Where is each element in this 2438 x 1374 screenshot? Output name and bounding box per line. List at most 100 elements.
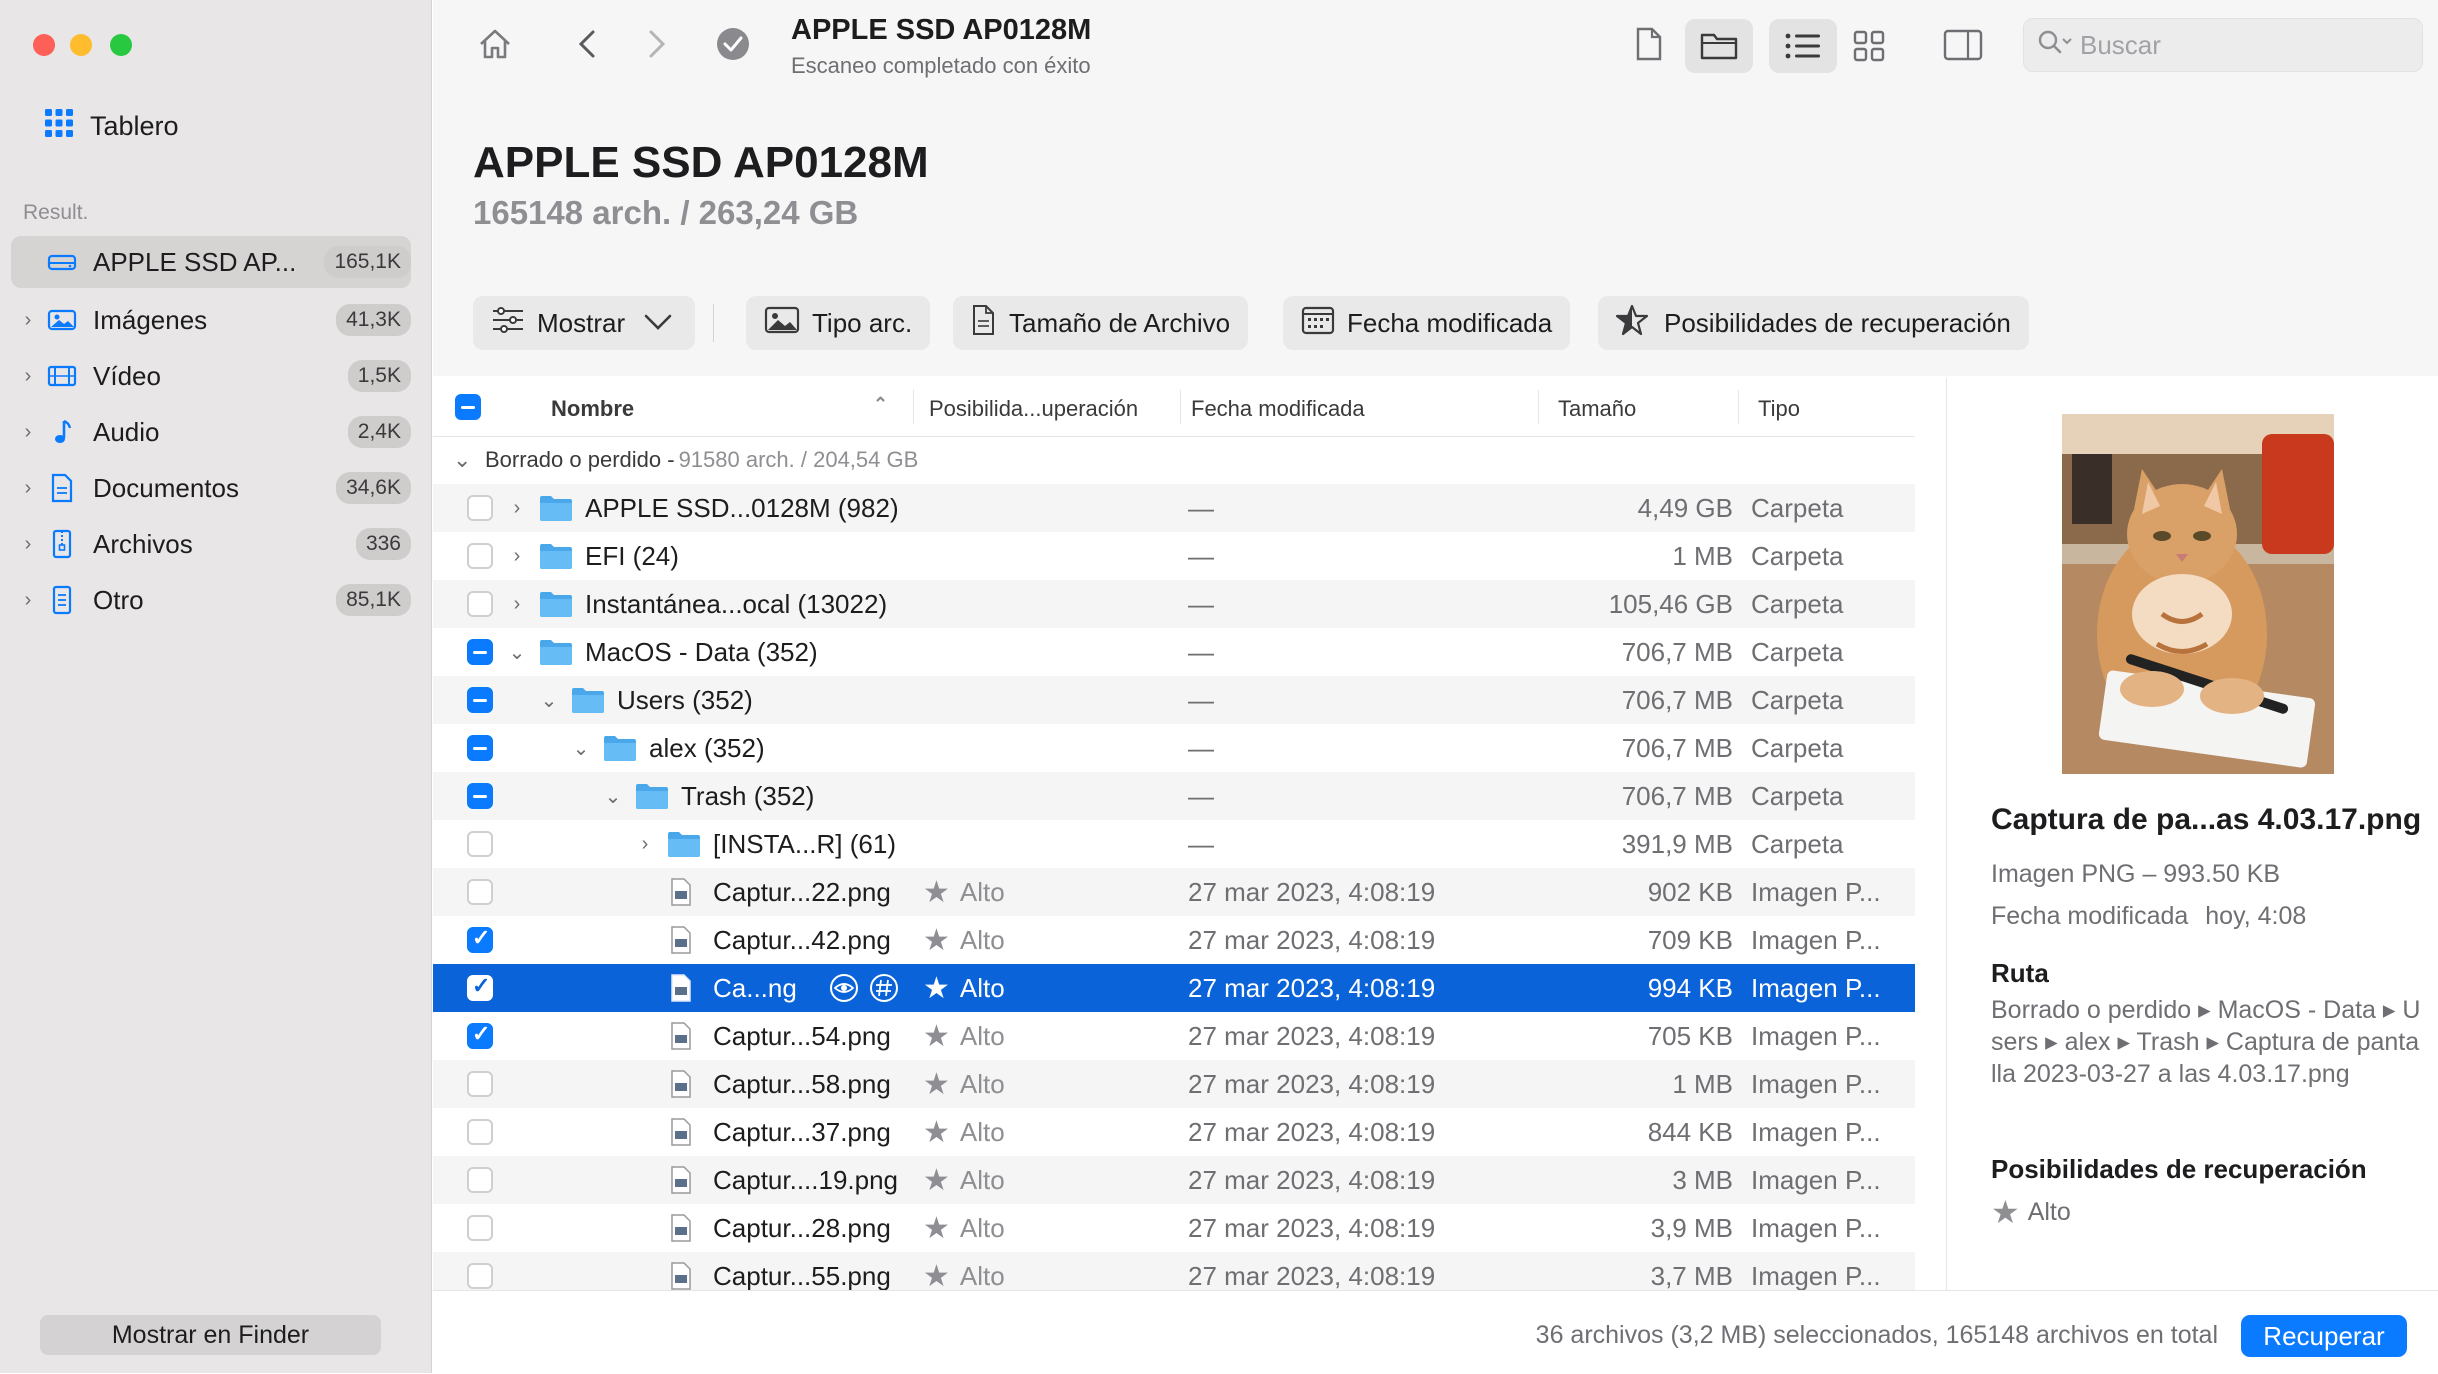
chevron-right-icon[interactable]: ›: [11, 477, 45, 500]
recovery-chances-filter-button[interactable]: Posibilidades de recuperación: [1598, 296, 2029, 350]
row-name: Ca...ng: [713, 972, 797, 1003]
row-name: Captur...58.png: [713, 1068, 891, 1099]
table-row[interactable]: Captur...55.png ★ Alto 27 mar 2023, 4:08:…: [433, 1252, 1915, 1290]
column-header-type[interactable]: Tipo: [1758, 396, 1800, 422]
table-row[interactable]: Captur...54.png ★Alto 27 mar 2023, 4:08:…: [433, 1012, 1915, 1060]
table-row[interactable]: Captur...37.png ★ Alto 27 mar 2023, 4:08:…: [433, 1108, 1915, 1156]
select-all-checkbox[interactable]: [455, 394, 481, 420]
sidebar-item-documents[interactable]: › Documentos 34,6K: [11, 462, 411, 514]
sort-ascending-icon[interactable]: ⌃: [873, 394, 888, 415]
table-row-selected[interactable]: Ca...ng ★Alto 27 mar 2023, 4:08:19 994 K…: [433, 964, 1915, 1012]
table-row[interactable]: Captur...42.png ★Alto 27 mar 2023, 4:08:…: [433, 916, 1915, 964]
row-checkbox[interactable]: [467, 973, 493, 1001]
chevron-right-icon[interactable]: ›: [633, 820, 657, 868]
table-row[interactable]: › [INSTA...R] (61) — 391,9 MB Carpeta: [433, 820, 1915, 868]
chevron-right-icon[interactable]: ›: [505, 580, 529, 628]
row-checkbox[interactable]: [467, 831, 493, 857]
chevron-down-icon[interactable]: ⌄: [569, 724, 593, 772]
sidebar-item-other[interactable]: › Otro 85,1K: [11, 574, 411, 626]
row-checkbox[interactable]: [467, 591, 493, 617]
search-input[interactable]: Buscar: [2023, 18, 2423, 72]
chevron-right-icon[interactable]: ›: [11, 309, 45, 332]
sidebar-toggle-icon[interactable]: [1943, 28, 1983, 67]
chevron-right-icon[interactable]: ›: [11, 589, 45, 612]
chevron-right-icon[interactable]: ›: [11, 365, 45, 388]
filter-divider: [713, 304, 714, 342]
row-checkbox[interactable]: [467, 1071, 493, 1097]
table-row[interactable]: ⌄ Users (352) — 706,7 MB Carpeta: [433, 676, 1915, 724]
folder-icon: [539, 532, 573, 580]
table-row[interactable]: ⌄ Trash (352) — 706,7 MB Carpeta: [433, 772, 1915, 820]
list-view-toggle[interactable]: [1769, 19, 1837, 73]
chevron-down-icon: [643, 308, 673, 339]
sidebar-item-video[interactable]: › Vídeo 1,5K: [11, 350, 411, 402]
chevron-down-icon[interactable]: ⌄: [453, 447, 473, 473]
row-checkbox[interactable]: [467, 1021, 493, 1049]
table-row[interactable]: Captur...22.png ★ Alto 27 mar 2023, 4:08:…: [433, 868, 1915, 916]
row-checkbox[interactable]: [467, 879, 493, 905]
row-checkbox[interactable]: [467, 687, 493, 713]
eye-preview-icon[interactable]: [829, 964, 859, 1012]
minimize-window-button[interactable]: [70, 34, 92, 56]
row-checkbox[interactable]: [467, 639, 493, 665]
table-row[interactable]: › Instantánea...ocal (13022) — 105,46 GB…: [433, 580, 1915, 628]
row-checkbox[interactable]: [467, 1119, 493, 1145]
file-view-icon[interactable]: [1633, 24, 1665, 69]
row-checkbox[interactable]: [467, 735, 493, 761]
table-row[interactable]: Captur...58.png ★ Alto 27 mar 2023, 4:08:…: [433, 1060, 1915, 1108]
column-header-size[interactable]: Tamaño: [1558, 396, 1636, 422]
date-modified-filter-button[interactable]: Fecha modificada: [1283, 296, 1571, 350]
home-icon[interactable]: [475, 24, 515, 69]
show-filter-button[interactable]: Mostrar: [473, 296, 695, 350]
table-row[interactable]: Captur....19.png ★ Alto 27 mar 2023, 4:08…: [433, 1156, 1915, 1204]
recover-button[interactable]: Recuperar: [2241, 1315, 2407, 1357]
file-size-filter-label: Tamaño de Archivo: [1009, 307, 1231, 338]
column-header-date[interactable]: Fecha modificada: [1191, 396, 1365, 422]
chevron-right-icon[interactable]: ›: [11, 533, 45, 556]
folder-view-toggle[interactable]: [1685, 19, 1753, 73]
table-row[interactable]: Captur...28.png ★ Alto 27 mar 2023, 4:08:…: [433, 1204, 1915, 1252]
row-checkbox[interactable]: [467, 495, 493, 521]
row-checkbox[interactable]: [467, 1167, 493, 1193]
archive-icon: [45, 529, 79, 559]
file-type-filter-button[interactable]: Tipo arc.: [746, 296, 931, 350]
chevron-right-icon[interactable]: ›: [505, 532, 529, 580]
chevron-down-icon[interactable]: ⌄: [537, 676, 561, 724]
column-header-chances[interactable]: Posibilida...uperación: [929, 396, 1138, 422]
row-size: 3,7 MB: [1650, 1260, 1733, 1291]
row-checkbox[interactable]: [467, 1263, 493, 1289]
table-row[interactable]: › EFI (24) — 1 MB Carpeta: [433, 532, 1915, 580]
table-row[interactable]: › APPLE SSD...0128M (982) — 4,49 GB Carp…: [433, 484, 1915, 532]
sidebar-item-images[interactable]: › Imágenes 41,3K: [11, 294, 411, 346]
dashboard-link[interactable]: Tablero: [44, 108, 179, 145]
row-checkbox[interactable]: [467, 925, 493, 953]
table-row[interactable]: ⌄ alex (352) — 706,7 MB Carpeta: [433, 724, 1915, 772]
sidebar-item-label: Audio: [93, 416, 160, 447]
zoom-window-button[interactable]: [110, 34, 132, 56]
file-type-filter-label: Tipo arc.: [812, 307, 913, 338]
back-icon[interactable]: [573, 24, 603, 69]
row-type: Carpeta: [1751, 636, 1844, 667]
file-size-filter-button[interactable]: Tamaño de Archivo: [953, 296, 1249, 350]
show-in-finder-button[interactable]: Mostrar en Finder: [40, 1315, 381, 1355]
row-checkbox[interactable]: [467, 543, 493, 569]
row-size: 902 KB: [1647, 876, 1733, 907]
sidebar-item-archives[interactable]: › Archivos 336: [11, 518, 411, 570]
row-checkbox[interactable]: [467, 783, 493, 809]
chevron-right-icon[interactable]: ›: [11, 421, 45, 444]
forward-icon[interactable]: [641, 24, 671, 69]
sidebar-item-drive[interactable]: APPLE SSD AP... 165,1K: [11, 236, 411, 288]
close-window-button[interactable]: [33, 34, 55, 56]
group-header-deleted[interactable]: ⌄ Borrado o perdido - 91580 arch. / 204,…: [433, 436, 1915, 484]
column-header-name[interactable]: Nombre: [551, 396, 634, 422]
hash-icon[interactable]: [869, 964, 899, 1012]
grid-view-icon[interactable]: [1853, 30, 1885, 67]
chevron-down-icon[interactable]: ⌄: [505, 628, 529, 676]
sidebar-item-label: Archivos: [93, 528, 193, 559]
row-checkbox[interactable]: [467, 1215, 493, 1241]
table-row[interactable]: ⌄ MacOS - Data (352) — 706,7 MB Carpeta: [433, 628, 1915, 676]
chevron-right-icon[interactable]: ›: [505, 484, 529, 532]
sidebar-item-audio[interactable]: › Audio 2,4K: [11, 406, 411, 458]
row-size: 706,7 MB: [1621, 732, 1733, 763]
chevron-down-icon[interactable]: ⌄: [601, 772, 625, 820]
